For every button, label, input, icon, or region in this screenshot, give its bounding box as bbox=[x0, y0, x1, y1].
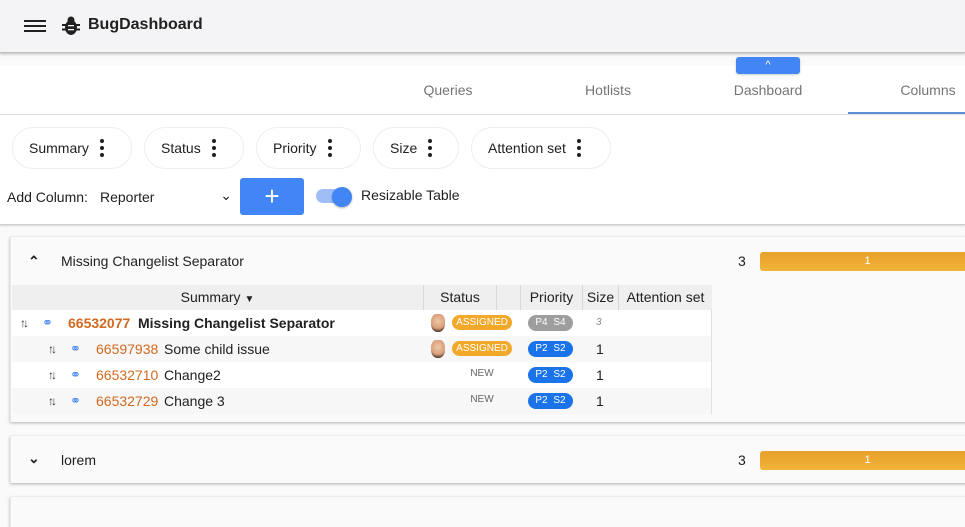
column-chip-size[interactable]: Size bbox=[373, 127, 459, 169]
add-column-select[interactable]: Reporter ⌄ bbox=[100, 187, 232, 205]
group-progress-bar: 1 bbox=[760, 451, 965, 470]
table-row[interactable]: ↑↓ ⚭ 66532729 Change 3 NEW P2 S2 1 bbox=[12, 388, 712, 414]
column-chip-summary[interactable]: Summary bbox=[12, 127, 132, 169]
tab-hotlists[interactable]: Hotlists bbox=[548, 66, 668, 114]
reorder-icon[interactable]: ↑↓ bbox=[48, 394, 57, 408]
group-title[interactable]: lorem bbox=[61, 452, 96, 468]
column-chip-label: Status bbox=[161, 140, 201, 156]
bug-title[interactable]: Change2 bbox=[164, 367, 221, 383]
header-spacer bbox=[496, 285, 520, 310]
table-row[interactable]: ↑↓ ⚭ 66597938 Some child issue ASSIGNED … bbox=[12, 336, 712, 362]
group-card bbox=[10, 497, 965, 527]
column-chip-priority[interactable]: Priority bbox=[256, 127, 361, 169]
priority-badge: P2 S2 bbox=[528, 393, 573, 409]
chevron-down-icon: ⌄ bbox=[220, 187, 232, 203]
assignee-avatar bbox=[431, 314, 445, 332]
size-value: 1 bbox=[596, 367, 604, 383]
more-vert-icon[interactable] bbox=[427, 138, 433, 159]
size-value: 3 bbox=[596, 317, 602, 328]
sort-down-icon: ▼ bbox=[244, 294, 255, 305]
header-label: Summary bbox=[180, 289, 241, 305]
reorder-icon[interactable]: ↑↓ bbox=[48, 368, 57, 382]
size-value: 1 bbox=[596, 341, 604, 357]
column-chip-label: Priority bbox=[273, 140, 317, 156]
add-column-label: Add Column: bbox=[7, 189, 88, 205]
bug-id-link[interactable]: 66532729 bbox=[96, 393, 158, 409]
more-vert-icon[interactable] bbox=[327, 138, 333, 159]
header-priority[interactable]: Priority bbox=[520, 285, 582, 310]
link-icon[interactable]: ⚭ bbox=[70, 367, 81, 383]
menu-button[interactable] bbox=[24, 17, 46, 35]
bug-title[interactable]: Change 3 bbox=[164, 393, 225, 409]
bug-icon bbox=[62, 16, 80, 35]
link-icon[interactable]: ⚭ bbox=[70, 341, 81, 357]
bug-title[interactable]: Missing Changelist Separator bbox=[138, 315, 335, 331]
header-status[interactable]: Status bbox=[423, 285, 496, 310]
priority-badge: P2 S2 bbox=[528, 341, 573, 357]
menu-icon bbox=[24, 20, 46, 22]
header-summary[interactable]: Summary ▼ bbox=[12, 285, 423, 310]
add-column-button[interactable]: + bbox=[240, 178, 304, 215]
group-count: 3 bbox=[738, 452, 746, 468]
bug-id-link[interactable]: 66532077 bbox=[68, 315, 130, 331]
tab-queries[interactable]: Queries bbox=[388, 66, 508, 114]
link-icon[interactable]: ⚭ bbox=[42, 315, 53, 331]
link-icon[interactable]: ⚭ bbox=[70, 393, 81, 409]
header-size[interactable]: Size bbox=[582, 285, 618, 310]
group-title[interactable]: Missing Changelist Separator bbox=[61, 253, 244, 269]
column-chip-label: Attention set bbox=[488, 140, 566, 156]
priority-badge: P4 S4 bbox=[528, 315, 573, 331]
column-chip-label: Size bbox=[390, 140, 418, 156]
header-attention-set[interactable]: Attention set bbox=[618, 285, 712, 310]
size-value: 1 bbox=[596, 393, 604, 409]
bug-id-link[interactable]: 66532710 bbox=[96, 367, 158, 383]
status-badge: ASSIGNED bbox=[452, 341, 512, 356]
status-text: NEW bbox=[470, 368, 494, 379]
collapse-header-button[interactable]: ^ bbox=[736, 57, 800, 74]
priority-badge: P2 S2 bbox=[528, 367, 573, 383]
resizable-table-label: Resizable Table bbox=[361, 187, 460, 203]
status-text: NEW bbox=[470, 394, 494, 405]
table-row[interactable]: ↑↓ ⚭ 66532710 Change2 NEW P2 S2 1 bbox=[12, 362, 712, 388]
assignee-avatar bbox=[431, 340, 445, 358]
table-header: Summary ▼ Status Priority Size Attention… bbox=[12, 285, 712, 310]
column-chip-status[interactable]: Status bbox=[144, 127, 244, 169]
reorder-icon[interactable]: ↑↓ bbox=[20, 316, 29, 330]
group-count: 3 bbox=[738, 253, 746, 269]
more-vert-icon[interactable] bbox=[211, 138, 217, 159]
menu-icon-line bbox=[24, 25, 46, 27]
more-vert-icon[interactable] bbox=[576, 138, 582, 159]
tab-columns[interactable]: Columns bbox=[848, 66, 965, 114]
bug-title[interactable]: Some child issue bbox=[164, 341, 270, 357]
status-badge: ASSIGNED bbox=[452, 315, 512, 330]
add-column-select-value: Reporter bbox=[100, 189, 155, 205]
group-progress-bar: 1 bbox=[760, 252, 965, 271]
chevron-up-icon[interactable]: ⌃ bbox=[28, 253, 40, 270]
more-vert-icon[interactable] bbox=[99, 138, 105, 159]
toggle-knob bbox=[332, 187, 352, 207]
column-chip-attention-set[interactable]: Attention set bbox=[471, 127, 611, 169]
app-title: BugDashboard bbox=[88, 16, 203, 33]
menu-icon-line bbox=[24, 30, 46, 32]
table-row[interactable]: ↑↓ ⚭ 66532077 Missing Changelist Separat… bbox=[12, 310, 712, 336]
resizable-table-toggle[interactable] bbox=[316, 187, 352, 207]
reorder-icon[interactable]: ↑↓ bbox=[48, 342, 57, 356]
chevron-down-icon[interactable]: ⌄ bbox=[28, 450, 40, 467]
column-chip-label: Summary bbox=[29, 140, 89, 156]
bug-id-link[interactable]: 66597938 bbox=[96, 341, 158, 357]
